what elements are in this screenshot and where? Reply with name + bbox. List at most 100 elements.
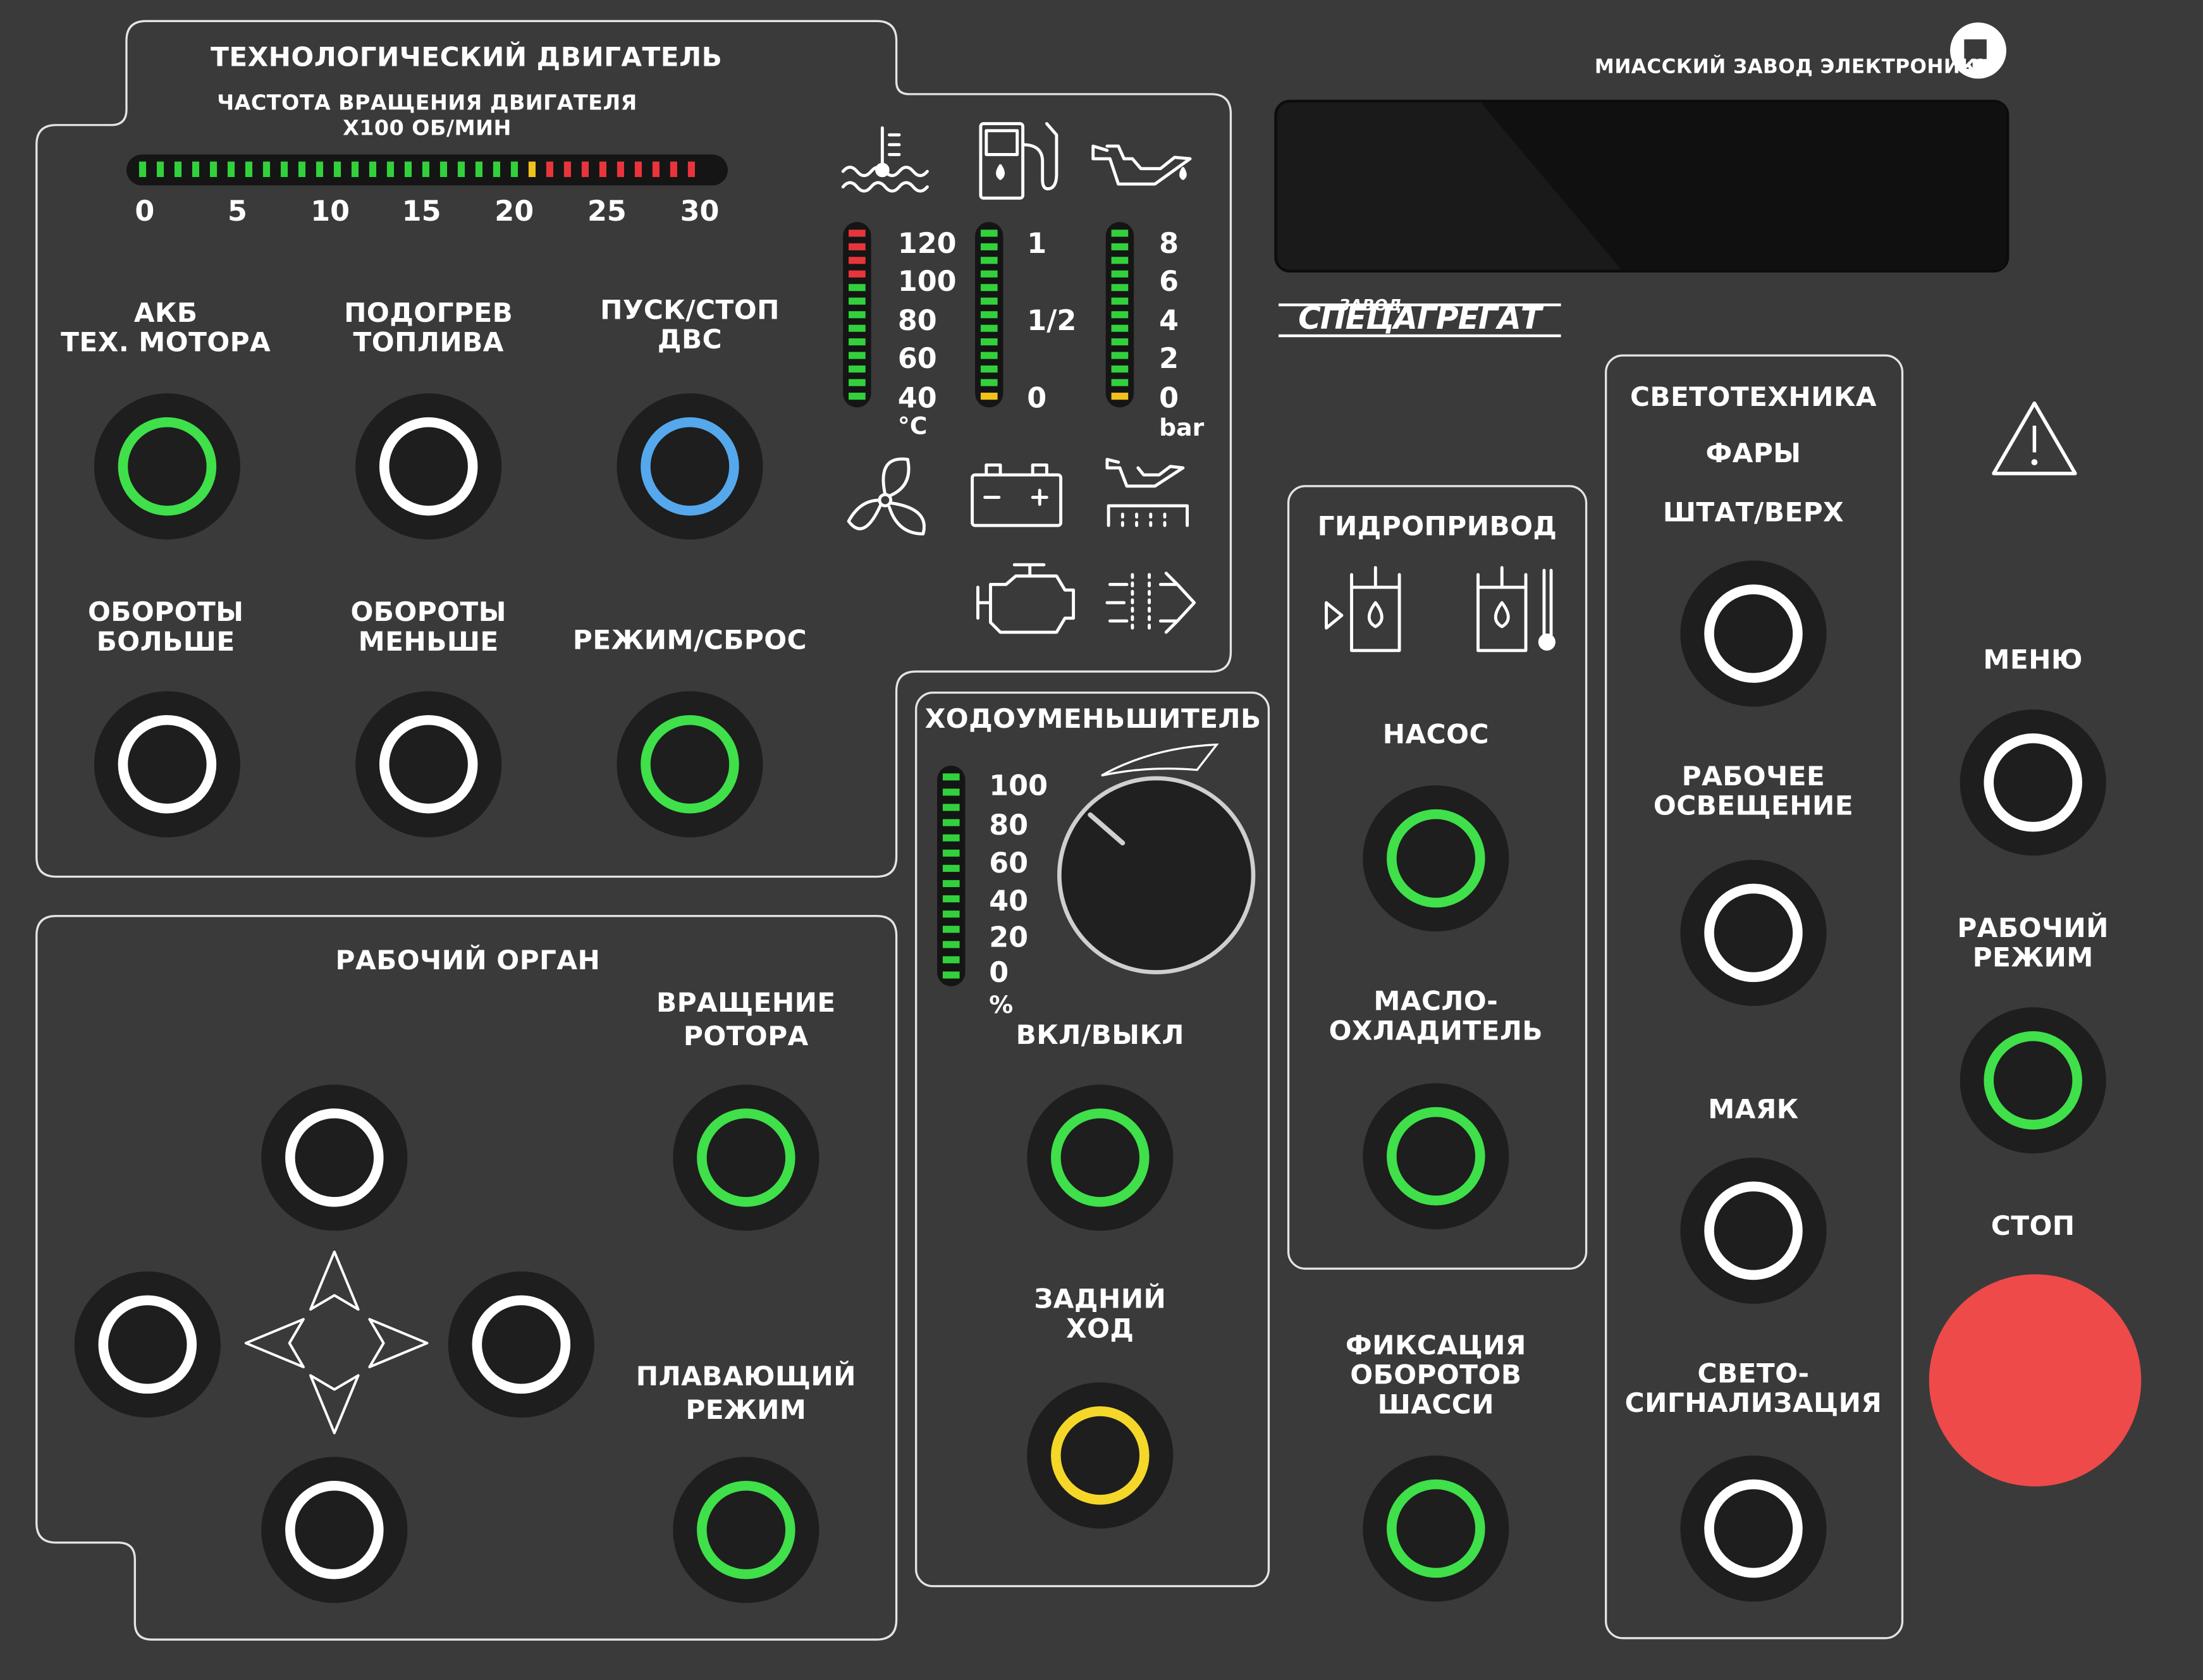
oil-tick: 8 <box>1159 226 1179 261</box>
reducer-onoff-button[interactable] <box>1027 1084 1174 1231</box>
headlights-mode-label: ШТАТ/ВЕРХ <box>1662 497 1844 529</box>
rpm-up-button[interactable] <box>94 691 240 838</box>
chassis-fix-button[interactable] <box>1363 1455 1509 1602</box>
oil-bar-led <box>1111 270 1129 278</box>
reducer-bar-led <box>942 864 960 872</box>
coolant-tick: 100 <box>897 264 957 298</box>
chassis-fix-label: ФИКСАЦИЯ ОБОРОТОВ ШАССИ <box>1345 1330 1526 1421</box>
organ-right-button[interactable] <box>448 1271 594 1418</box>
pump-button[interactable] <box>1363 785 1509 932</box>
reverse-label: ЗАДНИЙ ХОД <box>1034 1284 1167 1345</box>
headlights-button[interactable] <box>1680 560 1827 707</box>
oil-bar-led <box>1111 284 1129 291</box>
oil-bar-led <box>1111 324 1129 332</box>
hydro-pump-icon <box>1325 566 1401 653</box>
fuel-bar-led <box>980 311 998 319</box>
akb-button[interactable] <box>94 393 240 540</box>
rpm-led <box>422 161 430 177</box>
rpm-tick: 15 <box>402 193 441 228</box>
mode-reset-button[interactable] <box>617 691 763 838</box>
fuel-bar-led <box>980 257 998 264</box>
start-stop-button[interactable] <box>617 393 763 540</box>
direction-arrows-icon <box>244 1250 429 1435</box>
beacon-button[interactable] <box>1680 1157 1827 1304</box>
fuel-tick: 1/2 <box>1027 303 1077 338</box>
oil-bar-led <box>1111 257 1129 264</box>
work-mode-button[interactable] <box>1960 1007 2106 1154</box>
rpm-down-button[interactable] <box>355 691 502 838</box>
reducer-bar-led <box>942 834 960 842</box>
rpm-led <box>687 161 695 177</box>
reducer-bar-led <box>942 895 960 903</box>
oil-cooler-button[interactable] <box>1363 1083 1509 1230</box>
coolant-bar-led <box>849 311 866 319</box>
rpm-led <box>298 161 306 177</box>
rpm-led <box>280 161 288 177</box>
reducer-bar-led <box>942 788 960 796</box>
reducer-tick: 60 <box>989 845 1029 880</box>
coolant-bar-led <box>849 379 866 386</box>
fuel-bar-led <box>980 243 998 250</box>
rpm-led <box>510 161 519 177</box>
fuel-bar-led <box>980 338 998 346</box>
work-light-label: РАБОЧЕЕ ОСВЕЩЕНИЕ <box>1653 761 1854 822</box>
lights-title: СВЕТОТЕХНИКА <box>1629 382 1877 414</box>
signal-button[interactable] <box>1680 1455 1827 1602</box>
rpm-led <box>192 161 200 177</box>
work-light-button[interactable] <box>1680 859 1827 1006</box>
fuel-pump-icon <box>979 122 1059 200</box>
rpm-led <box>245 161 253 177</box>
rpm-tick: 20 <box>494 193 534 228</box>
rpm-led <box>227 161 235 177</box>
floating-button[interactable] <box>673 1457 819 1603</box>
stop-label: СТОП <box>1991 1211 2075 1242</box>
oil-bar-led <box>1111 230 1129 237</box>
fuel-bar-led <box>980 270 998 278</box>
reducer-bar-led <box>942 819 960 826</box>
reducer-tick: 80 <box>989 807 1029 842</box>
reducer-bar-led <box>942 880 960 887</box>
oil-unit: bar <box>1159 414 1205 443</box>
rpm-unit: Х100 ОБ/МИН <box>343 115 512 141</box>
oil-bar-led <box>1111 379 1129 386</box>
fuel-heat-button[interactable] <box>355 393 502 540</box>
rotor-label: ВРАЩЕНИЕ РОТОРА <box>656 988 836 1053</box>
rpm-title: ЧАСТОТА ВРАЩЕНИЯ ДВИГАТЕЛЯ <box>217 90 637 116</box>
organ-left-button[interactable] <box>74 1271 221 1418</box>
rpm-led <box>351 161 359 177</box>
oil-tick: 2 <box>1159 341 1179 376</box>
coolant-bar-led <box>849 284 866 291</box>
rpm-tick: 30 <box>680 193 720 228</box>
reducer-knob[interactable] <box>1057 743 1256 974</box>
hydro-oil-temperature-icon <box>1476 566 1556 653</box>
reducer-bar-led <box>942 926 960 933</box>
stop-button[interactable] <box>1929 1274 2142 1487</box>
rotor-button[interactable] <box>673 1084 819 1231</box>
oil-bar-led <box>1111 311 1129 319</box>
oil-tick: 6 <box>1159 264 1179 298</box>
organ-up-button[interactable] <box>261 1084 408 1231</box>
reverse-button[interactable] <box>1027 1382 1174 1529</box>
oil-can-icon <box>1091 144 1192 186</box>
oil-bar-led <box>1111 338 1129 346</box>
rpm-led <box>617 161 624 177</box>
menu-label: МЕНЮ <box>1983 644 2083 676</box>
coolant-bar-led <box>849 270 866 278</box>
rpm-led <box>457 161 465 177</box>
fuel-bar-led <box>980 352 998 359</box>
organ-down-button[interactable] <box>261 1457 408 1603</box>
reducer-tick: 40 <box>989 883 1029 917</box>
hydro-title: ГИДРОПРИВОД <box>1317 511 1557 543</box>
start-stop-label: ПУСК/СТОП ДВС <box>600 295 780 356</box>
headlights-label: ФАРЫ <box>1705 438 1801 470</box>
coolant-temperature-icon <box>841 126 929 193</box>
rpm-tick: 25 <box>587 193 627 228</box>
rpm-led <box>475 161 483 177</box>
fuel-bar-led <box>980 324 998 332</box>
rpm-tick: 0 <box>135 193 155 228</box>
oil-bar-led <box>1111 365 1129 373</box>
menu-button[interactable] <box>1960 709 2106 856</box>
engine-title: ТЕХНОЛОГИЧЕСКИЙ ДВИГАТЕЛЬ <box>211 42 723 73</box>
rpm-led <box>581 161 589 177</box>
oil-bar-led <box>1111 297 1129 305</box>
